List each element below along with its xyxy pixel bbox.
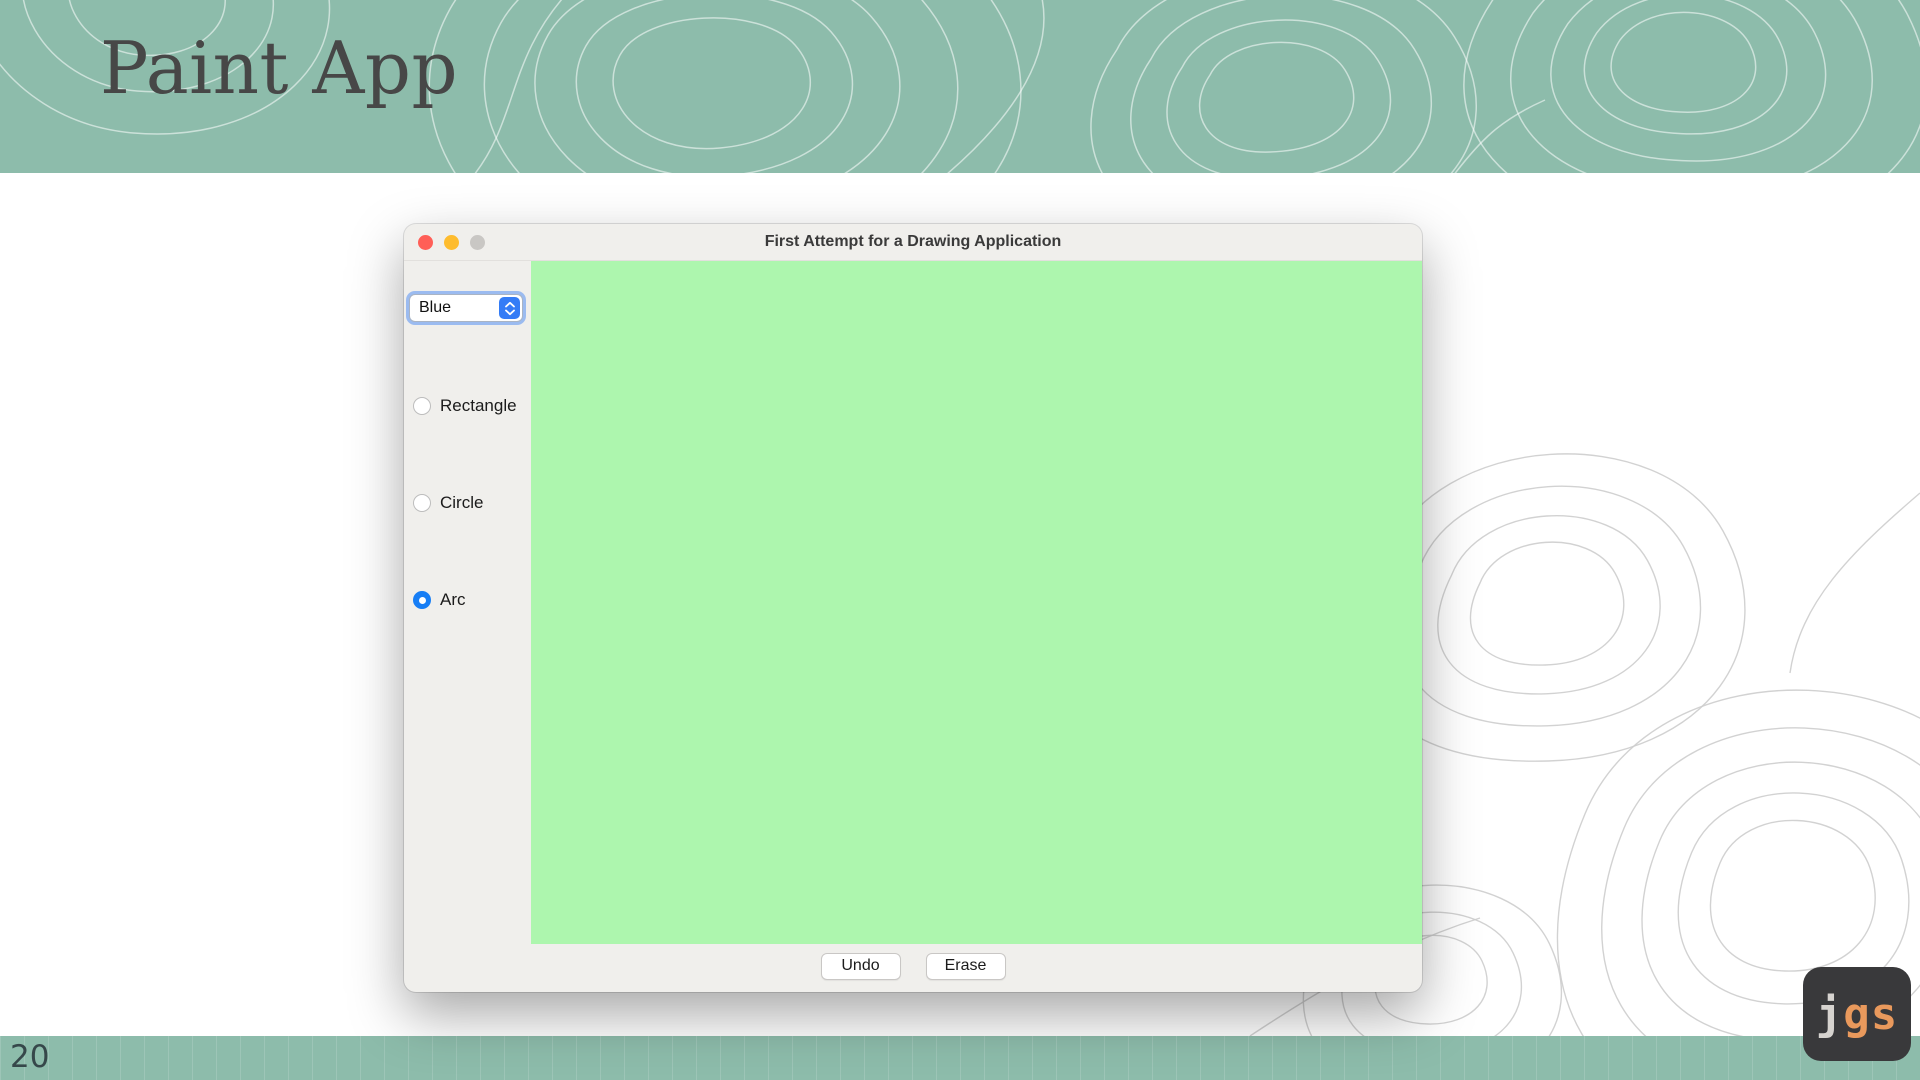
radio-button-icon [413, 494, 431, 512]
minimize-button[interactable] [444, 234, 459, 250]
zoom-button[interactable] [470, 234, 485, 250]
undo-button[interactable]: Undo [820, 952, 901, 980]
paint-app-window: First Attempt for a Drawing Application … [404, 224, 1422, 992]
drawing-canvas[interactable] [531, 261, 1422, 944]
logo-text-j: j [1815, 988, 1844, 1040]
footer-strip: 20 [0, 1036, 1920, 1080]
tool-panel: Blue Rectangle Circle Arc [404, 261, 531, 944]
radio-button-icon [413, 397, 431, 415]
close-button[interactable] [418, 234, 433, 250]
erase-button[interactable]: Erase [925, 952, 1006, 980]
window-titlebar: First Attempt for a Drawing Application [404, 224, 1422, 261]
slide-title: Paint App [100, 26, 459, 110]
radio-rectangle[interactable]: Rectangle [413, 393, 517, 419]
radio-rectangle-label: Rectangle [440, 396, 517, 415]
radio-circle-label: Circle [440, 493, 484, 512]
jgs-logo: j gs [1803, 967, 1911, 1061]
color-dropdown-value: Blue [419, 299, 452, 316]
color-dropdown[interactable]: Blue [409, 294, 523, 322]
logo-text-gs: gs [1843, 988, 1899, 1040]
radio-arc-label: Arc [440, 590, 466, 609]
header-banner: Paint App [0, 0, 1920, 173]
radio-circle[interactable]: Circle [413, 490, 483, 516]
radio-arc[interactable]: Arc [413, 587, 466, 613]
traffic-lights [418, 224, 485, 260]
window-footer: Undo Erase [404, 944, 1422, 992]
window-title: First Attempt for a Drawing Application [764, 233, 1062, 250]
chevron-up-down-icon [499, 297, 520, 319]
radio-button-icon [413, 591, 431, 609]
page-number: 20 [10, 1039, 50, 1075]
window-content: Blue Rectangle Circle Arc [404, 261, 1422, 944]
